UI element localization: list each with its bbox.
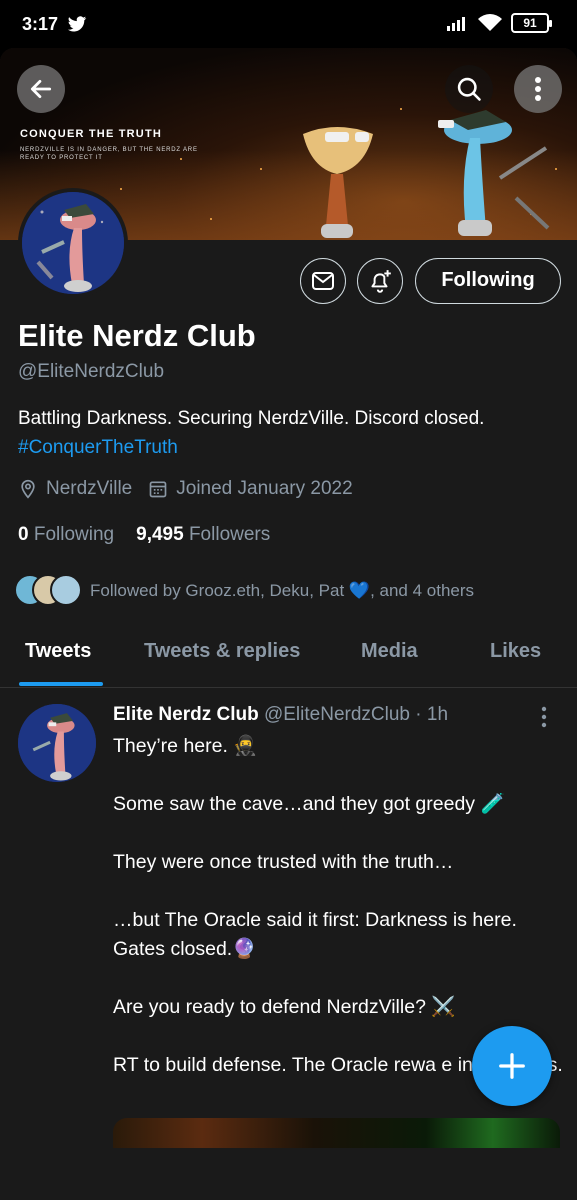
joined-text: Joined January 2022 bbox=[176, 478, 353, 499]
plus-icon bbox=[499, 1053, 525, 1079]
tab-likes[interactable]: Likes bbox=[490, 640, 541, 663]
status-bar: 3:17 91 bbox=[0, 0, 577, 48]
tweet[interactable]: Elite Nerdz Club @EliteNerdzClub · 1h Th… bbox=[0, 688, 577, 1200]
status-time: 3:17 bbox=[22, 14, 59, 34]
search-icon bbox=[457, 77, 481, 101]
tweet-header: Elite Nerdz Club @EliteNerdzClub · 1h bbox=[113, 704, 448, 726]
avatar-image bbox=[18, 704, 96, 782]
location-text: NerdzVille bbox=[46, 478, 133, 499]
followers-count-link[interactable]: 9,495 Followers bbox=[136, 524, 270, 546]
banner-title: CONQUER THE TRUTH bbox=[20, 128, 163, 140]
bio-hashtag-link[interactable]: #ConquerTheTruth bbox=[18, 437, 178, 458]
location-pin-icon bbox=[21, 479, 35, 499]
tweet-author-handle: @EliteNerdzClub bbox=[263, 704, 410, 725]
tab-tweets-replies[interactable]: Tweets & replies bbox=[144, 640, 300, 663]
calendar-icon bbox=[149, 481, 167, 498]
search-button[interactable] bbox=[445, 65, 493, 113]
envelope-icon bbox=[312, 272, 334, 290]
system-navigation-bar bbox=[0, 1178, 577, 1200]
tweet-author-name[interactable]: Elite Nerdz Club bbox=[113, 704, 259, 725]
profile-avatar[interactable] bbox=[18, 188, 128, 298]
tab-media[interactable]: Media bbox=[361, 640, 418, 663]
profile-screen: CONQUER THE TRUTH NERDZVILLE IS IN DANGE… bbox=[0, 48, 577, 1200]
following-count-link[interactable]: 0 Following bbox=[18, 524, 114, 546]
banner-subtitle: NERDZVILLE IS IN DANGER, BUT THE NERDZ A… bbox=[20, 147, 198, 161]
tab-tweets[interactable]: Tweets bbox=[25, 640, 91, 663]
profile-location: NerdzVille bbox=[18, 478, 132, 500]
tweet-more-button[interactable] bbox=[540, 706, 548, 733]
notifications-button[interactable] bbox=[357, 258, 403, 304]
tweet-media-preview[interactable] bbox=[113, 1118, 560, 1148]
battery-indicator: 91 bbox=[511, 13, 552, 33]
profile-name: Elite Nerdz Club bbox=[18, 318, 256, 353]
profile-bio: Battling Darkness. Securing NerdzVille. … bbox=[18, 404, 563, 462]
message-button[interactable] bbox=[300, 258, 346, 304]
signal-icon bbox=[447, 17, 465, 31]
active-tab-indicator bbox=[19, 682, 103, 686]
followed-by-text: Followed by Grooz.eth, Deku, Pat 💙, and … bbox=[90, 581, 475, 600]
wifi-icon bbox=[478, 14, 502, 31]
profile-meta: NerdzVille Joined January 2022 bbox=[18, 478, 369, 500]
following-button[interactable]: Following bbox=[415, 258, 561, 304]
bio-text: Battling Darkness. Securing NerdzVille. … bbox=[18, 408, 485, 429]
profile-handle: @EliteNerdzClub bbox=[18, 361, 165, 382]
tweet-avatar[interactable] bbox=[18, 704, 96, 782]
profile-joined: Joined January 2022 bbox=[148, 478, 353, 500]
bell-plus-icon bbox=[371, 270, 391, 293]
followed-by-row[interactable]: Followed by Grooz.eth, Deku, Pat 💙, and … bbox=[14, 574, 474, 608]
banner-character-right bbox=[438, 110, 550, 236]
compose-tweet-button[interactable] bbox=[472, 1026, 552, 1106]
more-vertical-icon bbox=[535, 77, 541, 101]
avatar-image bbox=[22, 192, 124, 294]
arrow-left-icon bbox=[30, 80, 52, 98]
followed-by-avatars bbox=[14, 574, 84, 608]
twitter-notification-icon bbox=[67, 16, 87, 32]
banner-character-left bbox=[303, 127, 373, 238]
profile-tabs: Tweets Tweets & replies Media Likes bbox=[0, 628, 577, 688]
status-icons: 91 bbox=[447, 13, 552, 33]
follower-avatar bbox=[50, 574, 82, 606]
tweet-text: They’re here. 🥷 Some saw the cave…and th… bbox=[113, 735, 563, 1076]
more-options-button[interactable] bbox=[514, 65, 562, 113]
follow-counts: 0 Following 9,495 Followers bbox=[18, 524, 270, 546]
tweet-time: · 1h bbox=[415, 704, 449, 725]
more-vertical-icon bbox=[541, 706, 547, 728]
back-button[interactable] bbox=[17, 65, 65, 113]
